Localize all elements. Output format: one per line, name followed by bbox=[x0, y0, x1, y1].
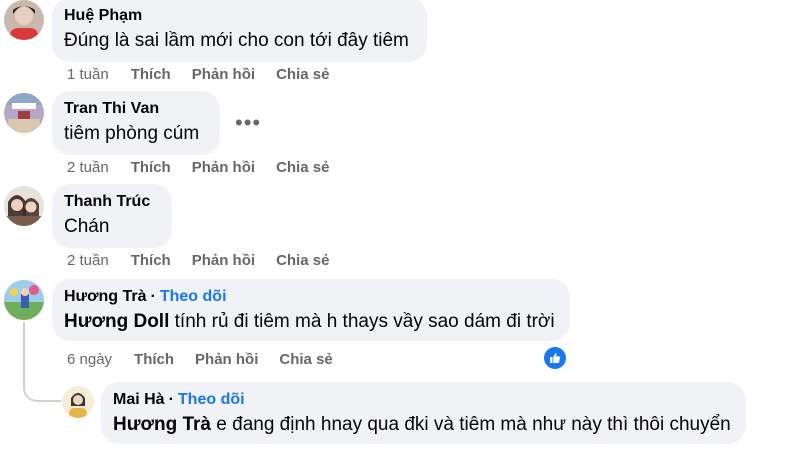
thread-connector bbox=[23, 322, 25, 386]
comment-author[interactable]: Mai Hà bbox=[113, 391, 165, 408]
share-button[interactable]: Chia sẻ bbox=[276, 159, 329, 176]
reply-button[interactable]: Phản hồi bbox=[195, 351, 258, 368]
comment-text: Chán bbox=[64, 216, 110, 237]
follow-button[interactable]: Theo dõi bbox=[160, 288, 227, 305]
comment-author[interactable]: Hương Trà bbox=[64, 288, 147, 305]
like-button[interactable]: Thích bbox=[134, 351, 174, 368]
comment-time[interactable]: 1 tuần bbox=[67, 66, 109, 83]
comment-bubble: Tran Thi Van tiêm phòng cúm bbox=[52, 91, 220, 155]
comment-time[interactable]: 2 tuần bbox=[67, 159, 109, 176]
reply-button[interactable]: Phản hồi bbox=[192, 159, 255, 176]
reply-bubble: Mai Hà · Theo dõi Hương Trà e đang định hn… bbox=[101, 382, 746, 444]
separator-dot: · bbox=[150, 288, 156, 305]
comment-author-row: Mai Hà · Theo dõi bbox=[113, 390, 734, 410]
avatar[interactable] bbox=[4, 280, 44, 320]
separator-dot: · bbox=[168, 391, 174, 408]
follow-button[interactable]: Theo dõi bbox=[178, 391, 245, 408]
comment-actions: 1 tuần Thích Phản hồi Chia sẻ bbox=[67, 66, 350, 83]
avatar[interactable] bbox=[4, 0, 44, 40]
more-options-button[interactable]: ••• bbox=[235, 112, 261, 134]
avatar[interactable] bbox=[4, 93, 44, 133]
reply-button[interactable]: Phản hồi bbox=[192, 66, 255, 83]
like-reaction-icon[interactable] bbox=[544, 347, 566, 369]
comment-actions: 6 ngày Thích Phản hồi Chia sẻ bbox=[67, 351, 354, 368]
comment-bubble: Hương Trà · Theo dõi Hương Doll tính rủ đi… bbox=[52, 279, 570, 341]
share-button[interactable]: Chia sẻ bbox=[279, 351, 332, 368]
comment-text: tiêm phòng cúm bbox=[64, 123, 200, 144]
comment-author[interactable]: Tran Thi Van bbox=[64, 99, 208, 119]
comment-bubble: Huệ Phạm Đúng là sai lầm mới cho con tới… bbox=[52, 0, 427, 62]
comment-text: e đang định hnay qua đki và tiêm mà như … bbox=[216, 414, 731, 435]
comment-author[interactable]: Thanh Trúc bbox=[64, 192, 160, 212]
like-button[interactable]: Thích bbox=[131, 66, 171, 83]
avatar[interactable] bbox=[62, 386, 94, 418]
comment-actions: 2 tuần Thích Phản hồi Chia sẻ bbox=[67, 252, 350, 269]
comment-author[interactable]: Huệ Phạm bbox=[64, 6, 415, 26]
like-button[interactable]: Thích bbox=[131, 159, 171, 176]
comment-text: Đúng là sai lầm mới cho con tới đây tiêm bbox=[64, 30, 409, 51]
comment-text: tính rủ đi tiêm mà h thays vầy sao dám đ… bbox=[174, 311, 555, 332]
comment-author-row: Hương Trà · Theo dõi bbox=[64, 287, 558, 307]
comment-time[interactable]: 2 tuần bbox=[67, 252, 109, 269]
reply-button[interactable]: Phản hồi bbox=[192, 252, 255, 269]
share-button[interactable]: Chia sẻ bbox=[276, 66, 329, 83]
mention-link[interactable]: Hương Trà bbox=[113, 414, 211, 435]
comment-text-row: Hương Doll tính rủ đi tiêm mà h thays vầ… bbox=[64, 309, 558, 335]
avatar[interactable] bbox=[4, 186, 44, 226]
share-button[interactable]: Chia sẻ bbox=[276, 252, 329, 269]
reply-connector bbox=[23, 380, 61, 402]
comment-time[interactable]: 6 ngày bbox=[67, 351, 112, 368]
like-button[interactable]: Thích bbox=[131, 252, 171, 269]
mention-link[interactable]: Hương Doll bbox=[64, 311, 169, 332]
comment-bubble: Thanh Trúc Chán bbox=[52, 184, 172, 248]
comment-text-row: Hương Trà e đang định hnay qua đki và ti… bbox=[113, 412, 734, 438]
comment-actions: 2 tuần Thích Phản hồi Chia sẻ bbox=[67, 159, 350, 176]
